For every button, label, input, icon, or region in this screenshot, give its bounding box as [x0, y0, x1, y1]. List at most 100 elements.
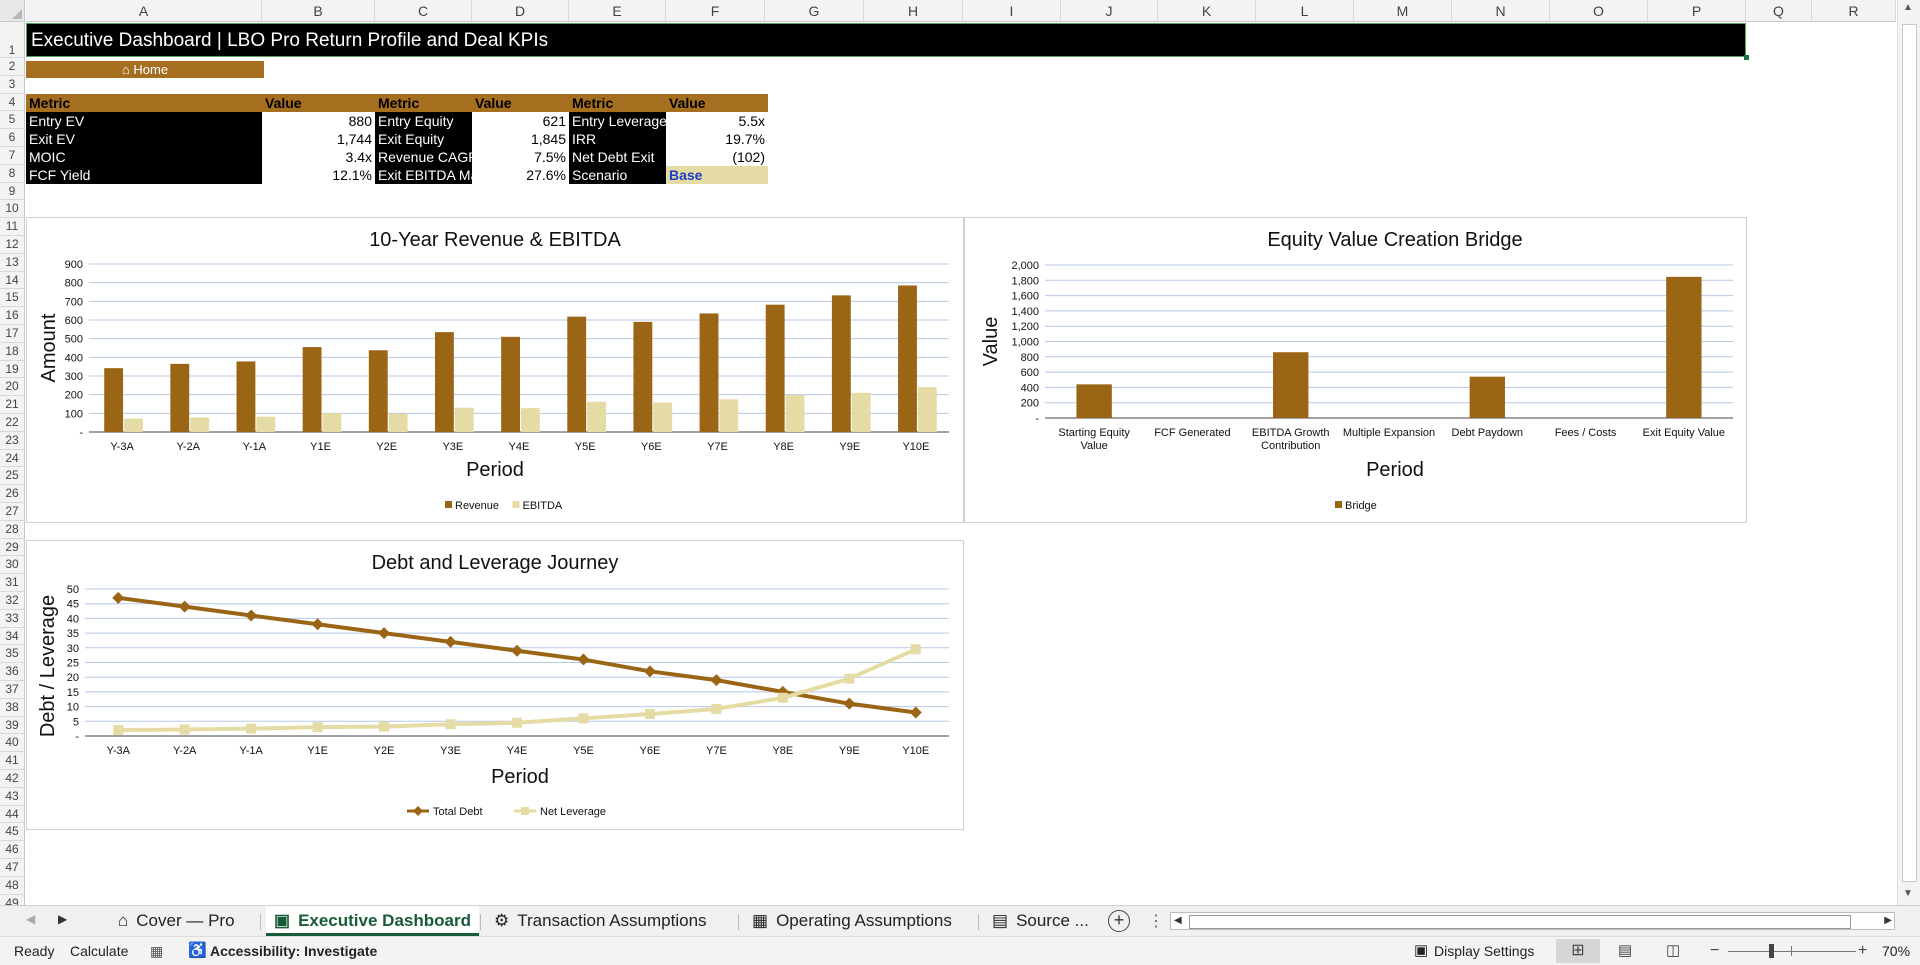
tab-options-icon[interactable]: ⋮ [1148, 911, 1164, 931]
row-header-29[interactable]: 29 [0, 538, 25, 557]
column-header-k[interactable]: K [1158, 0, 1256, 22]
row-header-15[interactable]: 15 [0, 289, 25, 308]
horizontal-scrollbar[interactable]: ◀ ▶ [1170, 912, 1895, 930]
revenue-ebitda-chart-panel[interactable]: 10-Year Revenue & EBITDA - 100 200 300 400 500… [26, 217, 964, 523]
tab-scroll-left-icon[interactable]: ◀ [26, 912, 35, 926]
row-header-35[interactable]: 35 [0, 645, 25, 664]
scroll-up-arrow[interactable]: ▲ [1903, 2, 1913, 13]
add-sheet-icon[interactable]: + [1108, 910, 1130, 932]
row-header-10[interactable]: 10 [0, 200, 25, 219]
select-all-corner[interactable] [0, 0, 25, 22]
status-calculate[interactable]: Calculate [70, 937, 128, 965]
kpi-metric-label[interactable]: FCF Yield [26, 166, 262, 184]
row-header-34[interactable]: 34 [0, 627, 25, 646]
column-header-m[interactable]: M [1354, 0, 1452, 22]
row-header-42[interactable]: 42 [0, 770, 25, 788]
row-header-48[interactable]: 48 [0, 876, 25, 895]
row-header-18[interactable]: 18 [0, 342, 25, 361]
row-header-9[interactable]: 9 [0, 182, 25, 201]
kpi-metric-label[interactable]: Net Debt Exit [569, 148, 666, 166]
kpi-value[interactable]: 621 [472, 112, 569, 130]
kpi-metric-label[interactable]: IRR [569, 130, 666, 148]
row-header-41[interactable]: 41 [0, 752, 25, 770]
column-header-n[interactable]: N [1452, 0, 1550, 22]
hscroll-right-arrow[interactable]: ▶ [1884, 915, 1892, 926]
column-header-h[interactable]: H [864, 0, 963, 22]
debt-leverage-chart-panel[interactable]: Debt and Leverage Journey - 5 10 15 20 25 30 35 4… [26, 540, 964, 830]
kpi-value[interactable]: 19.7% [666, 130, 768, 148]
row-header-23[interactable]: 23 [0, 431, 25, 450]
row-header-27[interactable]: 27 [0, 503, 25, 521]
column-header-d[interactable]: D [472, 0, 569, 22]
row-header-36[interactable]: 36 [0, 663, 25, 681]
row-header-33[interactable]: 33 [0, 609, 25, 628]
zoom-level[interactable]: 70% [1882, 937, 1910, 965]
kpi-metric-label[interactable]: MOIC [26, 148, 262, 166]
column-header-c[interactable]: C [375, 0, 472, 22]
column-header-o[interactable]: O [1550, 0, 1648, 22]
scroll-thumb[interactable] [1902, 24, 1917, 882]
kpi-metric-label[interactable]: Entry Equity [375, 112, 472, 130]
row-header-22[interactable]: 22 [0, 414, 25, 432]
row-header-14[interactable]: 14 [0, 271, 25, 290]
kpi-value[interactable]: 27.6% [472, 166, 569, 184]
row-header-13[interactable]: 13 [0, 253, 25, 272]
kpi-value[interactable]: 1,845 [472, 130, 569, 148]
page-break-view-icon[interactable]: ◫ [1666, 937, 1680, 965]
status-display-settings[interactable]: Display Settings [1434, 937, 1534, 965]
row-header-40[interactable]: 40 [0, 734, 25, 753]
scroll-down-arrow[interactable]: ▼ [1903, 888, 1913, 899]
kpi-metric-label[interactable]: Exit EV [26, 130, 262, 148]
row-header-17[interactable]: 17 [0, 325, 25, 343]
home-link[interactable]: ⌂ Home [122, 62, 168, 77]
row-header-31[interactable]: 31 [0, 574, 25, 592]
kpi-value[interactable]: 12.1% [262, 166, 375, 184]
zoom-in-icon[interactable]: + [1858, 937, 1867, 965]
selection-fill-handle[interactable] [1744, 55, 1749, 60]
column-header-f[interactable]: F [666, 0, 765, 22]
kpi-value[interactable]: 7.5% [472, 148, 569, 166]
zoom-out-icon[interactable]: − [1710, 937, 1719, 965]
column-header-r[interactable]: R [1812, 0, 1896, 22]
row-header-1[interactable]: 1 [0, 22, 25, 58]
column-header-p[interactable]: P [1648, 0, 1746, 22]
row-header-44[interactable]: 44 [0, 805, 25, 824]
row-header-8[interactable]: 8 [0, 164, 25, 183]
normal-view-button[interactable]: ⊞ [1556, 939, 1600, 963]
row-header-2[interactable]: 2 [0, 58, 25, 76]
row-header-37[interactable]: 37 [0, 681, 25, 699]
column-header-g[interactable]: G [765, 0, 864, 22]
status-accessibility[interactable]: Accessibility: Investigate [210, 937, 377, 965]
kpi-metric-label[interactable]: Entry EV [26, 112, 262, 130]
row-header-43[interactable]: 43 [0, 787, 25, 806]
kpi-metric-label[interactable]: Scenario [569, 166, 666, 184]
kpi-metric-label[interactable]: Exit EBITDA Ma [375, 166, 472, 184]
spreadsheet-sheet[interactable]: ABCDEFGHIJKLMNOPQR 1 2 3 4 5 6 7 8 9 10 11 12 13 14 15… [0, 0, 1920, 965]
column-header-a[interactable]: A [26, 0, 262, 22]
hscroll-thumb[interactable] [1189, 915, 1851, 929]
row-header-16[interactable]: 16 [0, 307, 25, 325]
tab-source[interactable]: ▤ Source ... [984, 906, 1097, 936]
row-header-30[interactable]: 30 [0, 556, 25, 575]
tab-operating-assumptions[interactable]: ▦ Operating Assumptions [744, 906, 960, 936]
row-header-19[interactable]: 19 [0, 360, 25, 379]
column-header-e[interactable]: E [569, 0, 666, 22]
tab-executive-dashboard[interactable]: ▣ Executive Dashboard [266, 906, 479, 936]
row-header-11[interactable]: 11 [0, 218, 25, 236]
dashboard-title-cell[interactable]: Executive Dashboard | LBO Pro Return Pro… [26, 23, 1746, 57]
row-header-25[interactable]: 25 [0, 467, 25, 486]
column-header-q[interactable]: Q [1746, 0, 1812, 22]
equity-bridge-chart-panel[interactable]: Equity Value Creation Bridge - 200 400 600 80… [964, 217, 1747, 523]
row-header-45[interactable]: 45 [0, 823, 25, 842]
kpi-value[interactable]: 3.4x [262, 148, 375, 166]
vertical-scrollbar[interactable]: ▲ ▼ [1897, 0, 1920, 905]
tab-transaction-assumptions[interactable]: ⚙ Transaction Assumptions [486, 906, 715, 936]
zoom-slider[interactable] [1728, 951, 1856, 952]
row-header-24[interactable]: 24 [0, 449, 25, 468]
row-header-20[interactable]: 20 [0, 378, 25, 397]
row-header-3[interactable]: 3 [0, 75, 25, 94]
kpi-value[interactable]: 880 [262, 112, 375, 130]
row-header-21[interactable]: 21 [0, 396, 25, 414]
column-header-b[interactable]: B [262, 0, 375, 22]
row-header-4[interactable]: 4 [0, 93, 25, 112]
